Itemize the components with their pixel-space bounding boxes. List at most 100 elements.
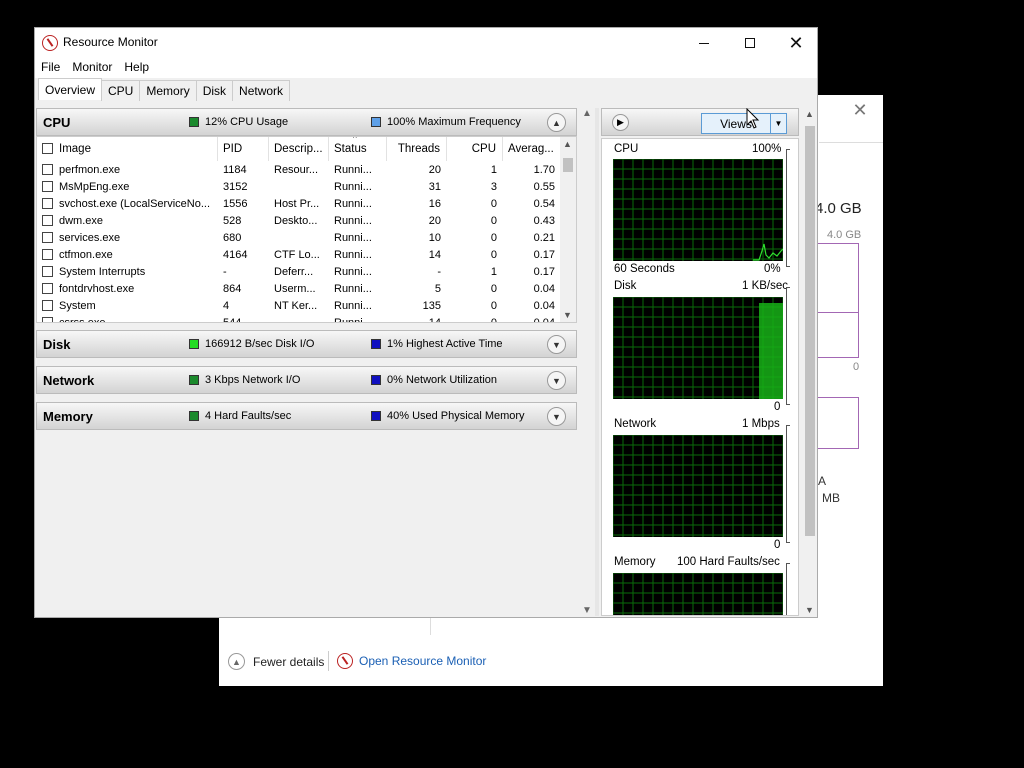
table-scrollbar[interactable]: ▲ ▼ [560, 137, 576, 322]
cpu-frequency-text: 100% Maximum Frequency [387, 116, 521, 128]
chevron-down-icon: ▼ [552, 339, 561, 350]
expand-button[interactable]: ▼ [547, 407, 566, 426]
process-cpu: 0 [490, 197, 497, 210]
table-row[interactable]: svchost.exe (LocalServiceNo... 1556 Host P… [37, 195, 576, 212]
resource-monitor-window: Resource Monitor ✕ File Monitor Help Ove… [34, 27, 818, 618]
views-button[interactable]: Views ▼ [701, 113, 787, 134]
partial-label: A [818, 474, 827, 488]
column-description[interactable]: Descrip... [269, 137, 329, 161]
scroll-up-icon[interactable]: ▲ [582, 108, 592, 119]
scroll-down-icon[interactable]: ▼ [563, 310, 572, 320]
process-checkbox[interactable] [42, 283, 53, 295]
table-row[interactable]: dwm.exe 528 Deskto... Runni... 20 0 0.43 [37, 212, 576, 229]
table-row[interactable]: services.exe 680 Runni... 10 0 0.21 [37, 229, 576, 246]
process-image-name: fontdrvhost.exe [59, 282, 135, 295]
process-checkbox[interactable] [42, 181, 53, 193]
tab-memory[interactable]: Memory [139, 80, 197, 101]
network-section-header[interactable]: Network 3 Kbps Network I/O 0% Network Ut… [36, 366, 577, 394]
open-resource-monitor-link[interactable]: Open Resource Monitor [337, 653, 486, 669]
column-status[interactable]: Status [329, 137, 387, 161]
process-description: Deskto... [274, 214, 318, 227]
process-image-name: csrss.exe [59, 316, 106, 323]
close-icon[interactable]: ✕ [850, 100, 870, 120]
process-cpu: 1 [490, 163, 497, 176]
title-bar[interactable]: Resource Monitor ✕ [35, 28, 817, 58]
disk-section-header[interactable]: Disk 166912 B/sec Disk I/O 1% Highest Ac… [36, 330, 577, 358]
resource-monitor-icon [337, 653, 353, 669]
scroll-down-icon[interactable]: ▼ [582, 605, 592, 616]
scroll-up-icon[interactable]: ▲ [805, 109, 814, 119]
column-threads[interactable]: Threads [387, 137, 447, 161]
table-row[interactable]: csrss.exe 544 Runni... 14 0 0.04 [37, 314, 576, 323]
process-checkbox[interactable] [42, 215, 53, 227]
disk-activity-area [759, 303, 783, 399]
tab-overview[interactable]: Overview [38, 78, 103, 100]
expand-button[interactable]: ▼ [547, 335, 566, 354]
scroll-thumb[interactable] [563, 158, 573, 172]
image-cell: csrss.exe [37, 316, 218, 323]
process-image-name: System Interrupts [59, 265, 146, 278]
collapse-pane-button[interactable]: ▶ [612, 114, 629, 131]
table-row[interactable]: ctfmon.exe 4164 CTF Lo... Runni... 14 0 0.17 [37, 246, 576, 263]
cpu-graph [613, 159, 783, 261]
process-pid: 864 [223, 282, 242, 295]
hard-faults-stat: 4 Hard Faults/sec [189, 410, 291, 422]
scroll-down-icon[interactable]: ▼ [805, 605, 814, 615]
legend-swatch [371, 117, 381, 127]
cpu-section-header[interactable]: CPU 12% CPU Usage 100% Maximum Frequency… [36, 108, 577, 136]
legend-swatch [189, 375, 199, 385]
process-cpu: 1 [490, 265, 497, 278]
graph-scale-bracket [786, 563, 790, 615]
graph-pane-scrollbar[interactable]: ▲ ▼ [803, 108, 817, 616]
table-row[interactable]: System Interrupts - Deferr... Runni... - 1 0.1… [37, 263, 576, 280]
column-average-cpu[interactable]: Averag... [503, 137, 561, 161]
cpu-frequency-stat: 100% Maximum Frequency [371, 116, 521, 128]
fewer-details-button[interactable]: ▲ Fewer details [228, 653, 324, 670]
process-checkbox[interactable] [42, 266, 53, 278]
process-checkbox[interactable] [42, 300, 53, 312]
collapse-button[interactable]: ▲ [547, 113, 566, 132]
divider [328, 651, 329, 671]
memory-section-header[interactable]: Memory 4 Hard Faults/sec 40% Used Physic… [36, 402, 577, 430]
table-row[interactable]: perfmon.exe 1184 Resour... Runni... 20 1 1.70 [37, 161, 576, 178]
process-status: Runni... [334, 163, 372, 176]
column-pid[interactable]: PID [218, 137, 269, 161]
pane-splitter[interactable] [595, 108, 599, 616]
process-image-name: dwm.exe [59, 214, 104, 227]
column-image[interactable]: Image [37, 137, 218, 161]
process-status: Runni... [334, 231, 372, 244]
process-checkbox[interactable] [42, 232, 53, 244]
maximize-button[interactable] [727, 28, 773, 58]
table-row[interactable]: fontdrvhost.exe 864 Userm... Runni... 5 0 0.04 [37, 280, 576, 297]
select-all-checkbox[interactable] [42, 142, 53, 154]
overview-scrollbar[interactable]: ▲ ▼ [580, 108, 594, 616]
fewer-details-label: Fewer details [253, 654, 325, 669]
chevron-down-icon[interactable]: ▼ [770, 114, 786, 133]
menu-file[interactable]: File [35, 58, 66, 78]
process-checkbox[interactable] [42, 249, 53, 261]
process-checkbox[interactable] [42, 317, 53, 322]
chevron-down-icon: ▼ [552, 411, 561, 422]
table-row[interactable]: MsMpEng.exe 3152 Runni... 31 3 0.55 [37, 178, 576, 195]
menu-monitor[interactable]: Monitor [66, 58, 118, 78]
process-status: Runni... [334, 248, 372, 261]
process-description: Deferr... [274, 265, 314, 278]
memory-composition-graph [818, 397, 859, 449]
tab-network[interactable]: Network [232, 80, 291, 101]
minimize-button[interactable] [681, 28, 727, 58]
tab-cpu[interactable]: CPU [101, 80, 141, 101]
process-checkbox[interactable] [42, 164, 53, 176]
expand-button[interactable]: ▼ [547, 371, 566, 390]
scroll-thumb[interactable] [805, 126, 815, 536]
image-cell: fontdrvhost.exe [37, 283, 218, 295]
memory-graph-zero: 0 [853, 361, 860, 373]
disk-active-stat: 1% Highest Active Time [371, 338, 503, 350]
menu-help[interactable]: Help [118, 58, 155, 78]
process-checkbox[interactable] [42, 198, 53, 210]
partial-value: MB [822, 491, 840, 505]
table-row[interactable]: System 4 NT Ker... Runni... 135 0 0.04 [37, 297, 576, 314]
close-button[interactable]: ✕ [773, 28, 819, 58]
scroll-up-icon[interactable]: ▲ [563, 139, 572, 149]
column-cpu[interactable]: CPU [447, 137, 503, 161]
tab-disk[interactable]: Disk [195, 80, 234, 101]
